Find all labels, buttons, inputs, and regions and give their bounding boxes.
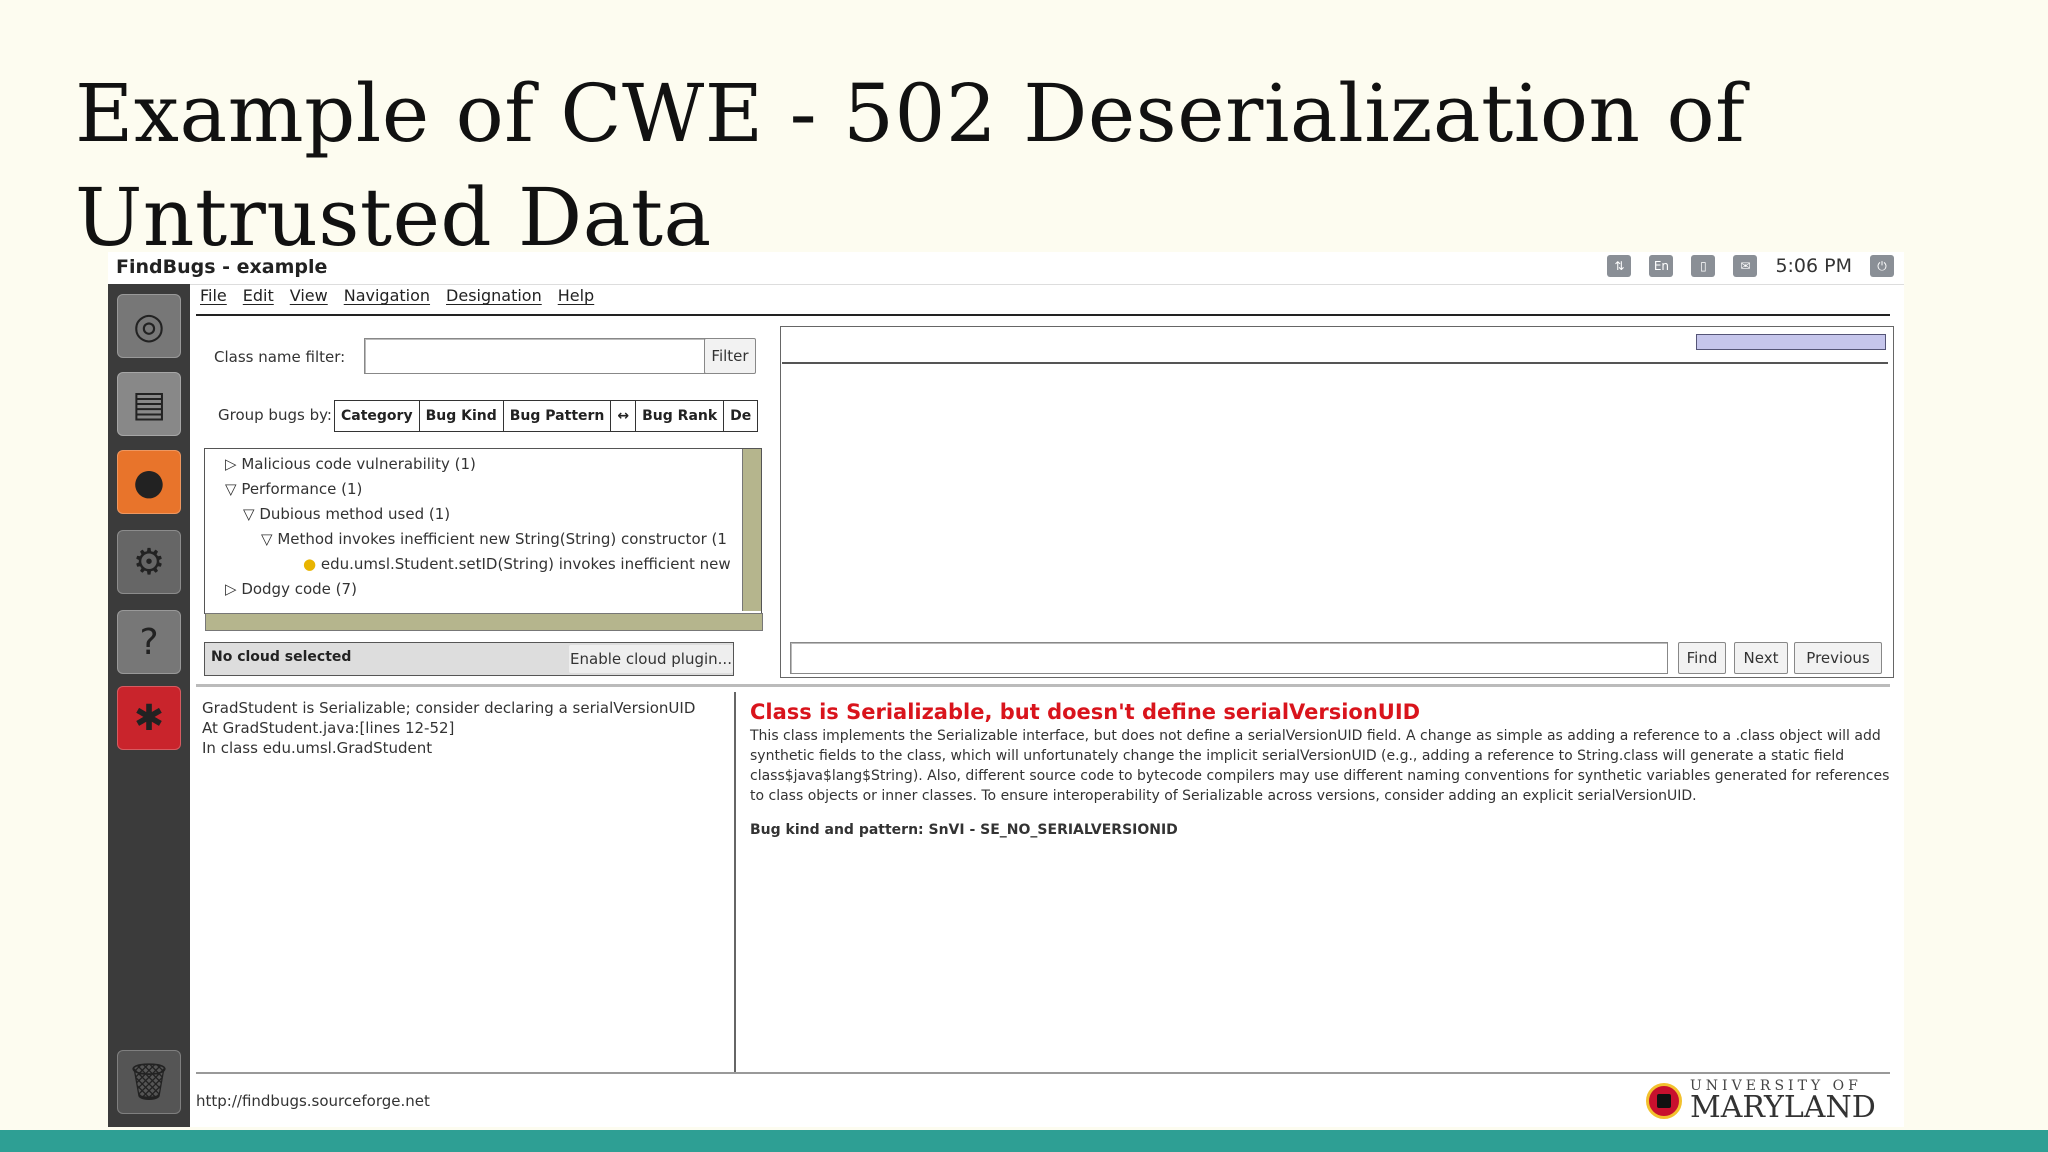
group-by-tabs: Category Bug Kind Bug Pattern ↔ Bug Rank…: [334, 400, 759, 432]
firefox-icon[interactable]: ●: [117, 450, 181, 514]
tree-item-label: Performance (1): [241, 480, 363, 498]
tree-vertical-scrollbar[interactable]: [742, 449, 761, 611]
tab-bug-rank[interactable]: Bug Rank: [636, 401, 725, 431]
menu-view[interactable]: View: [290, 286, 328, 316]
ubuntu-top-panel: FindBugs - example ⇅ En ▯ ✉ 5:06 PM ⏻: [108, 252, 1904, 285]
menu-file[interactable]: File: [200, 286, 227, 316]
tab-category[interactable]: Category: [335, 401, 420, 431]
battery-icon[interactable]: ▯: [1691, 255, 1716, 277]
tree-item-label: Dubious method used (1): [259, 505, 451, 523]
keyboard-layout-icon[interactable]: En: [1649, 255, 1674, 277]
bug-rank-dot-icon: ●: [303, 555, 317, 573]
mail-icon[interactable]: ✉: [1733, 255, 1758, 277]
tree-item-method[interactable]: ▽ Method invokes inefficient new String(…: [261, 530, 731, 548]
footer-accent-bar: [0, 1130, 2048, 1152]
bug-summary-panel: GradStudent is Serializable; consider de…: [196, 692, 736, 1072]
cloud-status: No cloud selected: [211, 649, 352, 665]
system-tray: ⇅ En ▯ ✉ 5:06 PM ⏻: [1607, 255, 1894, 277]
menu-help[interactable]: Help: [558, 286, 594, 316]
tree-horizontal-scrollbar[interactable]: [205, 613, 763, 631]
menu-designation[interactable]: Designation: [446, 286, 542, 316]
class-filter-label: Class name filter:: [214, 348, 346, 366]
tree-item-label: Dodgy code (7): [241, 580, 357, 598]
settings-icon[interactable]: ⚙: [117, 530, 181, 594]
umd-wordmark: UNIVERSITY OF MARYLAND: [1690, 1079, 1876, 1123]
tree-item-label: Malicious code vulnerability (1): [241, 455, 476, 473]
menu-separator: [196, 314, 1890, 316]
group-by-label: Group bugs by:: [218, 406, 332, 424]
dash-home-icon[interactable]: ◎: [117, 294, 181, 358]
ubuntu-launcher: ◎ ▤ ● ⚙ ? ✱ 🗑: [108, 284, 190, 1127]
source-search-input[interactable]: [790, 642, 1668, 674]
cloud-panel: No cloud selected Enable cloud plugin...: [204, 642, 734, 676]
menu-edit[interactable]: Edit: [243, 286, 274, 316]
slide-title-line-1: Example of CWE - 502 Deserialization of: [75, 67, 1746, 160]
bug-description-title: Class is Serializable, but doesn't defin…: [750, 700, 1421, 724]
slide-title: Example of CWE - 502 Deserialization of …: [75, 62, 1775, 270]
bug-pattern: Bug kind and pattern: SnVI - SE_NO_SERIA…: [750, 822, 1178, 838]
swap-arrows-icon[interactable]: ↔: [611, 401, 637, 431]
session-icon[interactable]: ⏻: [1870, 255, 1894, 277]
tree-item-dubious[interactable]: ▽ Dubious method used (1): [243, 505, 450, 523]
class-filter-input[interactable]: [364, 338, 710, 374]
menu-bar: File Edit View Navigation Designation He…: [200, 286, 594, 316]
find-button[interactable]: Find: [1678, 642, 1726, 674]
filter-button[interactable]: Filter: [704, 338, 756, 374]
tree-item-bug[interactable]: ● edu.umsl.Student.setID(String) invokes…: [303, 555, 733, 573]
summary-line-1: GradStudent is Serializable; consider de…: [202, 699, 696, 717]
clock[interactable]: 5:06 PM: [1775, 255, 1852, 277]
help-icon[interactable]: ?: [117, 610, 181, 674]
split-divider[interactable]: [196, 684, 1890, 687]
previous-button[interactable]: Previous: [1794, 642, 1882, 674]
bug-description-panel: Class is Serializable, but doesn't defin…: [740, 692, 1900, 1072]
summary-line-3: In class edu.umsl.GradStudent: [202, 739, 433, 757]
enable-cloud-button[interactable]: Enable cloud plugin...: [569, 645, 733, 673]
tree-item-label: Method invokes inefficient new String(St…: [277, 530, 727, 548]
tree-item-dodgy[interactable]: ▷ Dodgy code (7): [225, 580, 357, 598]
source-code-view[interactable]: [782, 362, 1888, 654]
window-title: FindBugs - example: [116, 256, 328, 278]
trash-icon[interactable]: 🗑: [117, 1050, 181, 1114]
source-tab-bar[interactable]: [1696, 334, 1886, 350]
findbugs-icon[interactable]: ✱: [117, 686, 181, 750]
menu-navigation[interactable]: Navigation: [344, 286, 430, 316]
findbugs-screenshot: FindBugs - example ⇅ En ▯ ✉ 5:06 PM ⏻ ◎ …: [108, 252, 1904, 1127]
tab-bug-pattern[interactable]: Bug Pattern: [504, 401, 612, 431]
bug-tree: ▷ Malicious code vulnerability (1) ▽ Per…: [204, 448, 763, 631]
tree-item-performance[interactable]: ▽ Performance (1): [225, 480, 362, 498]
tab-bug-kind[interactable]: Bug Kind: [420, 401, 504, 431]
bug-description-body: This class implements the Serializable i…: [750, 728, 1890, 804]
umd-logo: UNIVERSITY OF MARYLAND: [1646, 1079, 1876, 1123]
tree-item-malicious[interactable]: ▷ Malicious code vulnerability (1): [225, 455, 476, 473]
next-button[interactable]: Next: [1734, 642, 1788, 674]
summary-line-2[interactable]: At GradStudent.java:[lines 12-52]: [202, 718, 728, 738]
tree-item-label: edu.umsl.Student.setID(String) invokes i…: [320, 555, 731, 573]
umd-big-text: MARYLAND: [1690, 1090, 1876, 1125]
umd-seal-icon: [1646, 1083, 1682, 1119]
status-url: http://findbugs.sourceforge.net: [196, 1092, 430, 1110]
network-icon[interactable]: ⇅: [1607, 255, 1632, 277]
file-manager-icon[interactable]: ▤: [117, 372, 181, 436]
status-separator: [196, 1072, 1890, 1074]
tab-designation[interactable]: De: [724, 401, 757, 431]
